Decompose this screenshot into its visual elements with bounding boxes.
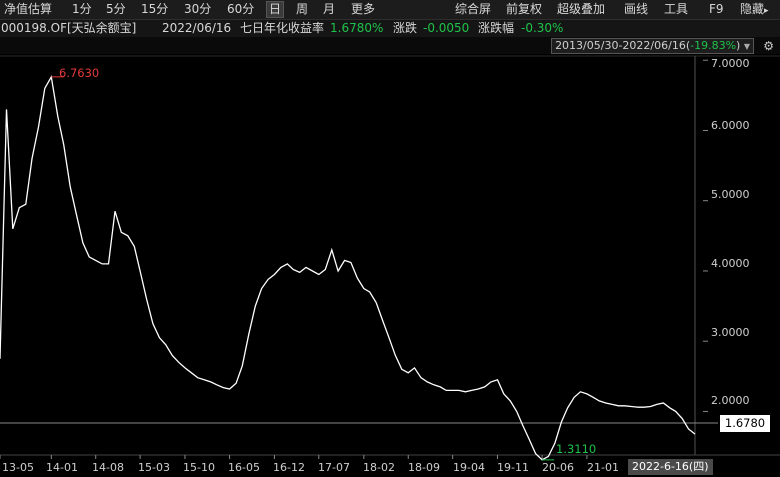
current-value-box: 1.6780 xyxy=(720,415,770,432)
y-axis-ticks xyxy=(703,59,708,412)
min-value-label: 1.3110 xyxy=(556,442,597,456)
max-value-label: 6.7630 xyxy=(59,66,100,80)
price-line-chart xyxy=(0,55,780,461)
x-tick-label: 16-12 xyxy=(273,461,305,474)
y-tick-label: 7.0000 xyxy=(711,57,750,70)
x-tick-label: 21-01 xyxy=(587,461,619,474)
x-tick-label: 15-10 xyxy=(183,461,215,474)
y-tick-label: 5.0000 xyxy=(711,188,750,201)
x-tick-label: 18-02 xyxy=(363,461,395,474)
x-tick-label: 13-05 xyxy=(2,461,34,474)
x-axis-ticks xyxy=(0,455,588,459)
x-tick-label: 16-05 xyxy=(228,461,260,474)
y-tick-label: 2.0000 xyxy=(711,394,750,407)
y-tick-label: 4.0000 xyxy=(711,257,750,270)
x-tick-label: 19-11 xyxy=(497,461,529,474)
x-tick-label: 19-04 xyxy=(453,461,485,474)
x-tick-label: 14-08 xyxy=(92,461,124,474)
x-tick-label: 20-06 xyxy=(542,461,574,474)
x-tick-label: 14-01 xyxy=(46,461,78,474)
chart-frame xyxy=(0,55,780,456)
series-line xyxy=(0,74,696,461)
y-tick-label: 3.0000 xyxy=(711,326,750,339)
cursor-date-box: 2022-6-16(四) xyxy=(628,459,713,475)
x-tick-label: 17-07 xyxy=(318,461,350,474)
y-tick-label: 6.0000 xyxy=(711,119,750,132)
x-tick-label: 18-09 xyxy=(408,461,440,474)
x-tick-label: 15-03 xyxy=(138,461,170,474)
